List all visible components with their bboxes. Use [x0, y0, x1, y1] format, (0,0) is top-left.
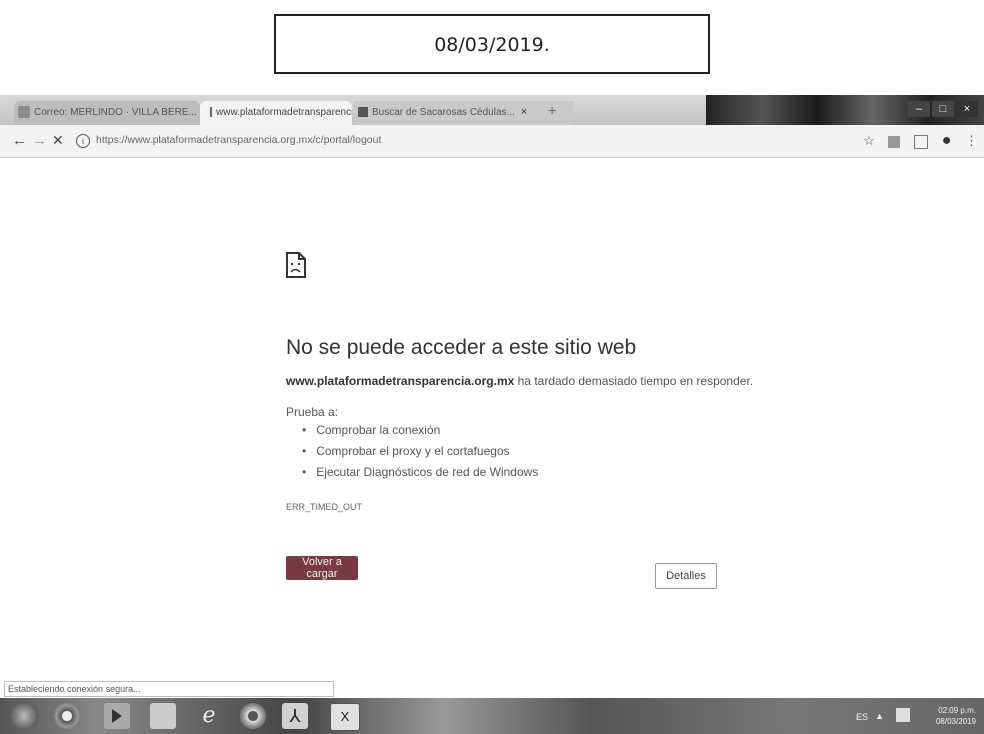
error-title: No se puede acceder a este sitio web: [286, 336, 637, 359]
suggestion-check-connection: Comprobar la conexión: [302, 420, 538, 441]
date-stamp: 08/03/2019.: [434, 34, 550, 56]
profile-icon[interactable]: ●: [942, 132, 952, 150]
file-explorer-taskbar-icon[interactable]: [150, 703, 176, 729]
excel-taskbar-icon[interactable]: X: [330, 703, 360, 731]
details-button[interactable]: Detalles: [655, 563, 717, 589]
error-code: ERR_TIMED_OUT: [286, 502, 363, 512]
sad-document-icon: [286, 252, 306, 278]
url-field[interactable]: https://www.plataformadetransparencia.or…: [96, 134, 381, 146]
clock-time: 02:09 p.m.: [938, 706, 976, 715]
tab-strip: Correo: MERLINDO · VILLA BERE...× www.pl…: [0, 95, 984, 125]
tray-expand-icon[interactable]: ▲: [875, 711, 884, 721]
clock[interactable]: 02:09 p.m. 08/03/2019: [920, 705, 976, 727]
chrome-taskbar-icon[interactable]: [54, 703, 80, 729]
status-bubble: Estableciendo conexión segura...: [4, 681, 334, 697]
suggestions-list: Comprobar la conexión Comprobar el proxy…: [302, 420, 538, 483]
language-indicator[interactable]: ES: [856, 712, 868, 722]
tab-strip-background: – □ ×: [706, 95, 984, 125]
start-button[interactable]: [10, 702, 38, 730]
window-controls: – □ ×: [906, 99, 978, 117]
site-info-icon[interactable]: i: [76, 134, 90, 148]
menu-icon[interactable]: ⋮: [965, 133, 978, 149]
taskbar: e ⅄ X ES ▲ 02:09 p.m. 08/03/2019: [0, 698, 984, 734]
clock-date: 08/03/2019: [935, 717, 976, 726]
maximize-button[interactable]: □: [932, 101, 954, 117]
address-bar: ← → ✕ i https://www.plataformadetranspar…: [0, 125, 984, 158]
chrome-2-taskbar-icon[interactable]: [240, 703, 266, 729]
error-host: www.plataformadetransparencia.org.mx: [286, 374, 515, 388]
action-center-flag-icon[interactable]: [896, 708, 910, 722]
suggestion-check-proxy: Comprobar el proxy y el cortafuegos: [302, 441, 538, 462]
date-stamp-box: 08/03/2019.: [274, 14, 710, 74]
system-tray: ES ▲ 02:09 p.m. 08/03/2019: [836, 702, 976, 732]
pdf-reader-taskbar-icon[interactable]: ⅄: [282, 703, 308, 729]
tab-buscar-label: Buscar de Sacarosas Cédulas...: [372, 107, 515, 118]
back-button[interactable]: ←: [12, 132, 27, 149]
search-favicon-icon: [358, 107, 368, 118]
internet-explorer-taskbar-icon[interactable]: e: [196, 703, 222, 729]
tab-buscar[interactable]: Buscar de Sacarosas Cédulas... ×: [354, 101, 574, 125]
tab-mail[interactable]: Correo: MERLINDO · VILLA BERE...×: [14, 101, 200, 125]
tab-plataforma-label: www.plataformadetransparencia: [216, 107, 352, 118]
tab-buscar-close-icon[interactable]: ×: [521, 106, 527, 118]
stop-loading-button[interactable]: ✕: [52, 132, 64, 149]
new-tab-button[interactable]: +: [548, 102, 556, 118]
close-window-button[interactable]: ×: [956, 101, 978, 117]
tab-mail-label: Correo: MERLINDO · VILLA BERE...: [34, 107, 197, 118]
bookmark-star-icon[interactable]: ☆: [863, 133, 875, 149]
try-label: Prueba a:: [286, 405, 339, 419]
toolbar-right: ☆ ● ⋮: [853, 132, 978, 150]
forward-button[interactable]: →: [32, 132, 47, 149]
extension-icon[interactable]: [888, 135, 901, 148]
minimize-button[interactable]: –: [908, 101, 930, 117]
media-player-taskbar-icon[interactable]: [104, 703, 130, 729]
mail-favicon-icon: [18, 106, 30, 119]
error-description: www.plataformadetransparencia.org.mx ha …: [286, 374, 753, 388]
loading-favicon-icon: [204, 107, 212, 118]
reload-button[interactable]: Volver a cargar: [286, 556, 358, 580]
suggestion-run-diagnostics[interactable]: Ejecutar Diagnósticos de red de Windows: [302, 462, 538, 483]
tab-plataforma[interactable]: www.plataformadetransparencia×: [200, 101, 352, 125]
extension-2-icon[interactable]: [914, 134, 929, 149]
error-description-rest: ha tardado demasiado tiempo en responder…: [514, 374, 754, 388]
